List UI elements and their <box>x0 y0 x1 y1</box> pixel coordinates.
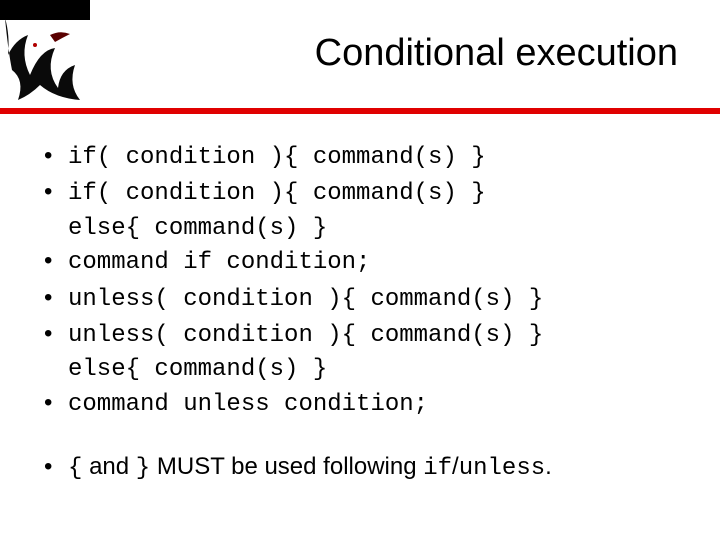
bullet-item: command unless condition; <box>42 387 678 421</box>
bullet-list: { and } MUST be used following if/unless… <box>42 451 678 485</box>
bullet-list: command if condition; unless( condition … <box>42 245 678 352</box>
if-keyword: if <box>423 455 452 482</box>
bullet-item-footnote: { and } MUST be used following if/unless… <box>42 451 678 485</box>
code-text: command unless condition; <box>68 391 428 418</box>
bullet-item: unless( condition ){ command(s) } <box>42 282 678 316</box>
slide-content: if( condition ){ command(s) } if( condit… <box>42 140 678 488</box>
bullet-item: command if condition; <box>42 245 678 279</box>
slash: / <box>452 453 459 480</box>
bullet-item: if( condition ){ command(s) } <box>42 176 678 210</box>
unless-keyword: unless <box>459 455 545 482</box>
slide-header: Conditional execution <box>0 0 720 110</box>
slide-title: Conditional execution <box>315 32 678 75</box>
dragon-logo <box>0 0 90 105</box>
code-text-continuation: else{ command(s) } <box>42 213 678 245</box>
bullet-item: unless( condition ){ command(s) } <box>42 318 678 352</box>
code-text: if( condition ){ command(s) } <box>68 180 486 207</box>
bullet-list: if( condition ){ command(s) } if( condit… <box>42 140 678 211</box>
brace-close: } <box>136 455 150 482</box>
bullet-list: command unless condition; <box>42 387 678 421</box>
code-text: command if condition; <box>68 249 370 276</box>
slide: Conditional execution if( condition ){ c… <box>0 0 720 540</box>
divider-bar <box>0 108 720 114</box>
code-text: unless( condition ){ command(s) } <box>68 286 543 313</box>
footnote-text: MUST be used following <box>150 453 423 480</box>
spacer <box>42 423 678 451</box>
bullet-item: if( condition ){ command(s) } <box>42 140 678 174</box>
period: . <box>545 453 552 480</box>
code-text: if( condition ){ command(s) } <box>68 144 486 171</box>
brace-open: { <box>68 455 82 482</box>
code-text: unless( condition ){ command(s) } <box>68 322 543 349</box>
code-text-continuation: else{ command(s) } <box>42 354 678 386</box>
footnote-text: and <box>82 453 135 480</box>
